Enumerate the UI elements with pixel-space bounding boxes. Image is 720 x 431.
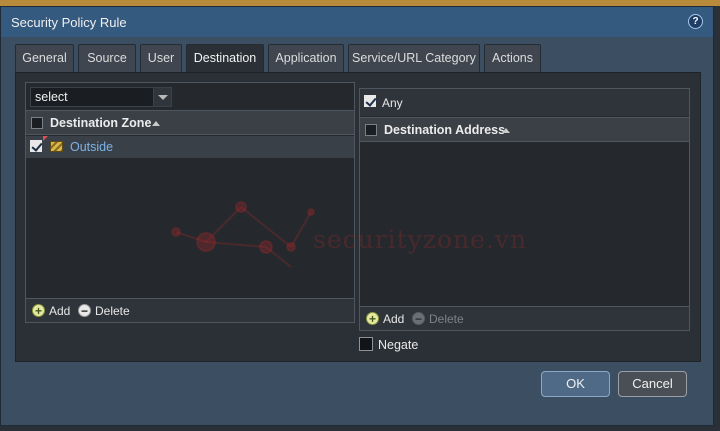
watermark-network-graphic bbox=[171, 201, 315, 268]
tab-general[interactable]: General bbox=[15, 44, 74, 72]
table-row[interactable]: Outside bbox=[26, 136, 354, 158]
add-icon: + bbox=[32, 304, 45, 317]
destination-panel: select Destination Zone Outside + Add − … bbox=[15, 72, 701, 362]
zone-select-value: select bbox=[35, 90, 68, 104]
destination-address-box: Any Destination Address + Add − Delete bbox=[359, 88, 690, 331]
add-icon: + bbox=[366, 312, 379, 325]
any-checkbox[interactable] bbox=[364, 95, 376, 107]
negate-checkbox[interactable] bbox=[359, 337, 373, 351]
add-label: Add bbox=[49, 304, 71, 318]
address-footer: + Add − Delete bbox=[360, 306, 689, 330]
modified-marker-icon bbox=[43, 136, 48, 141]
delete-icon: − bbox=[78, 304, 91, 317]
sort-ascending-icon[interactable] bbox=[152, 121, 160, 126]
row-checkbox[interactable] bbox=[30, 140, 42, 152]
destination-address-header[interactable]: Destination Address bbox=[360, 117, 689, 142]
dialog-title: Security Policy Rule bbox=[11, 15, 127, 30]
select-all-zones-checkbox[interactable] bbox=[31, 117, 43, 129]
zone-icon bbox=[50, 141, 63, 152]
delete-icon: − bbox=[412, 312, 425, 325]
any-row: Any bbox=[360, 89, 689, 116]
tab-application[interactable]: Application bbox=[268, 44, 344, 72]
security-policy-rule-dialog: Security Policy Rule ? General Source Us… bbox=[0, 6, 714, 426]
title-bar: Security Policy Rule ? bbox=[1, 7, 713, 37]
zone-select[interactable]: select bbox=[30, 87, 172, 107]
delete-label: Delete bbox=[95, 304, 130, 318]
sort-ascending-icon[interactable] bbox=[502, 128, 510, 133]
tab-source[interactable]: Source bbox=[78, 44, 136, 72]
help-icon[interactable]: ? bbox=[688, 14, 703, 29]
watermark-text: securityzone.vn bbox=[313, 225, 528, 254]
tab-service-url-category[interactable]: Service/URL Category bbox=[348, 44, 480, 72]
negate-label: Negate bbox=[378, 338, 419, 352]
ok-button[interactable]: OK bbox=[541, 371, 610, 397]
tab-destination[interactable]: Destination bbox=[186, 44, 264, 74]
tab-actions[interactable]: Actions bbox=[484, 44, 541, 72]
select-all-addresses-checkbox[interactable] bbox=[365, 124, 377, 136]
destination-zone-header[interactable]: Destination Zone bbox=[26, 110, 354, 135]
add-label: Add bbox=[383, 312, 405, 326]
tab-user[interactable]: User bbox=[140, 44, 182, 72]
delete-label: Delete bbox=[429, 312, 464, 326]
any-label: Any bbox=[382, 96, 403, 110]
destination-zone-column-label: Destination Zone bbox=[50, 116, 152, 130]
zone-footer: + Add − Delete bbox=[26, 298, 354, 322]
chevron-down-icon[interactable] bbox=[153, 88, 171, 106]
destination-address-column-label: Destination Address bbox=[384, 123, 506, 137]
cancel-button[interactable]: Cancel bbox=[618, 371, 687, 397]
zone-outside-label[interactable]: Outside bbox=[70, 140, 113, 154]
